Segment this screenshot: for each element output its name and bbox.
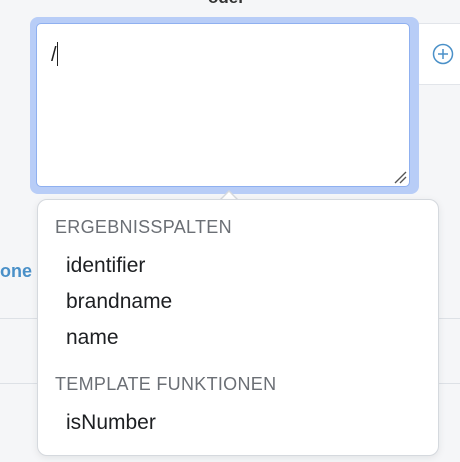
expression-editor-focus-ring: /	[30, 17, 419, 194]
resize-grip-icon[interactable]	[393, 170, 407, 184]
suggestion-name[interactable]: name	[66, 326, 119, 350]
suggestion-identifier[interactable]: identifier	[66, 254, 145, 278]
text-caret	[56, 42, 58, 66]
clipped-link[interactable]: one	[0, 260, 32, 282]
or-label: oder	[208, 0, 268, 8]
expression-textarea[interactable]: /	[36, 23, 410, 187]
suggestion-isnumber[interactable]: isNumber	[66, 411, 156, 435]
suggestion-brandname[interactable]: brandname	[66, 290, 172, 314]
autocomplete-popup: ERGEBNISSPALTEN identifier brandname nam…	[37, 199, 439, 456]
page: oder one / ERGEBNISSPALTEN identifier br…	[0, 0, 460, 462]
plus-circle-icon[interactable]	[432, 43, 454, 65]
section-title-template-functions: TEMPLATE FUNKTIONEN	[55, 374, 277, 394]
section-title-result-columns: ERGEBNISSPALTEN	[55, 217, 232, 237]
